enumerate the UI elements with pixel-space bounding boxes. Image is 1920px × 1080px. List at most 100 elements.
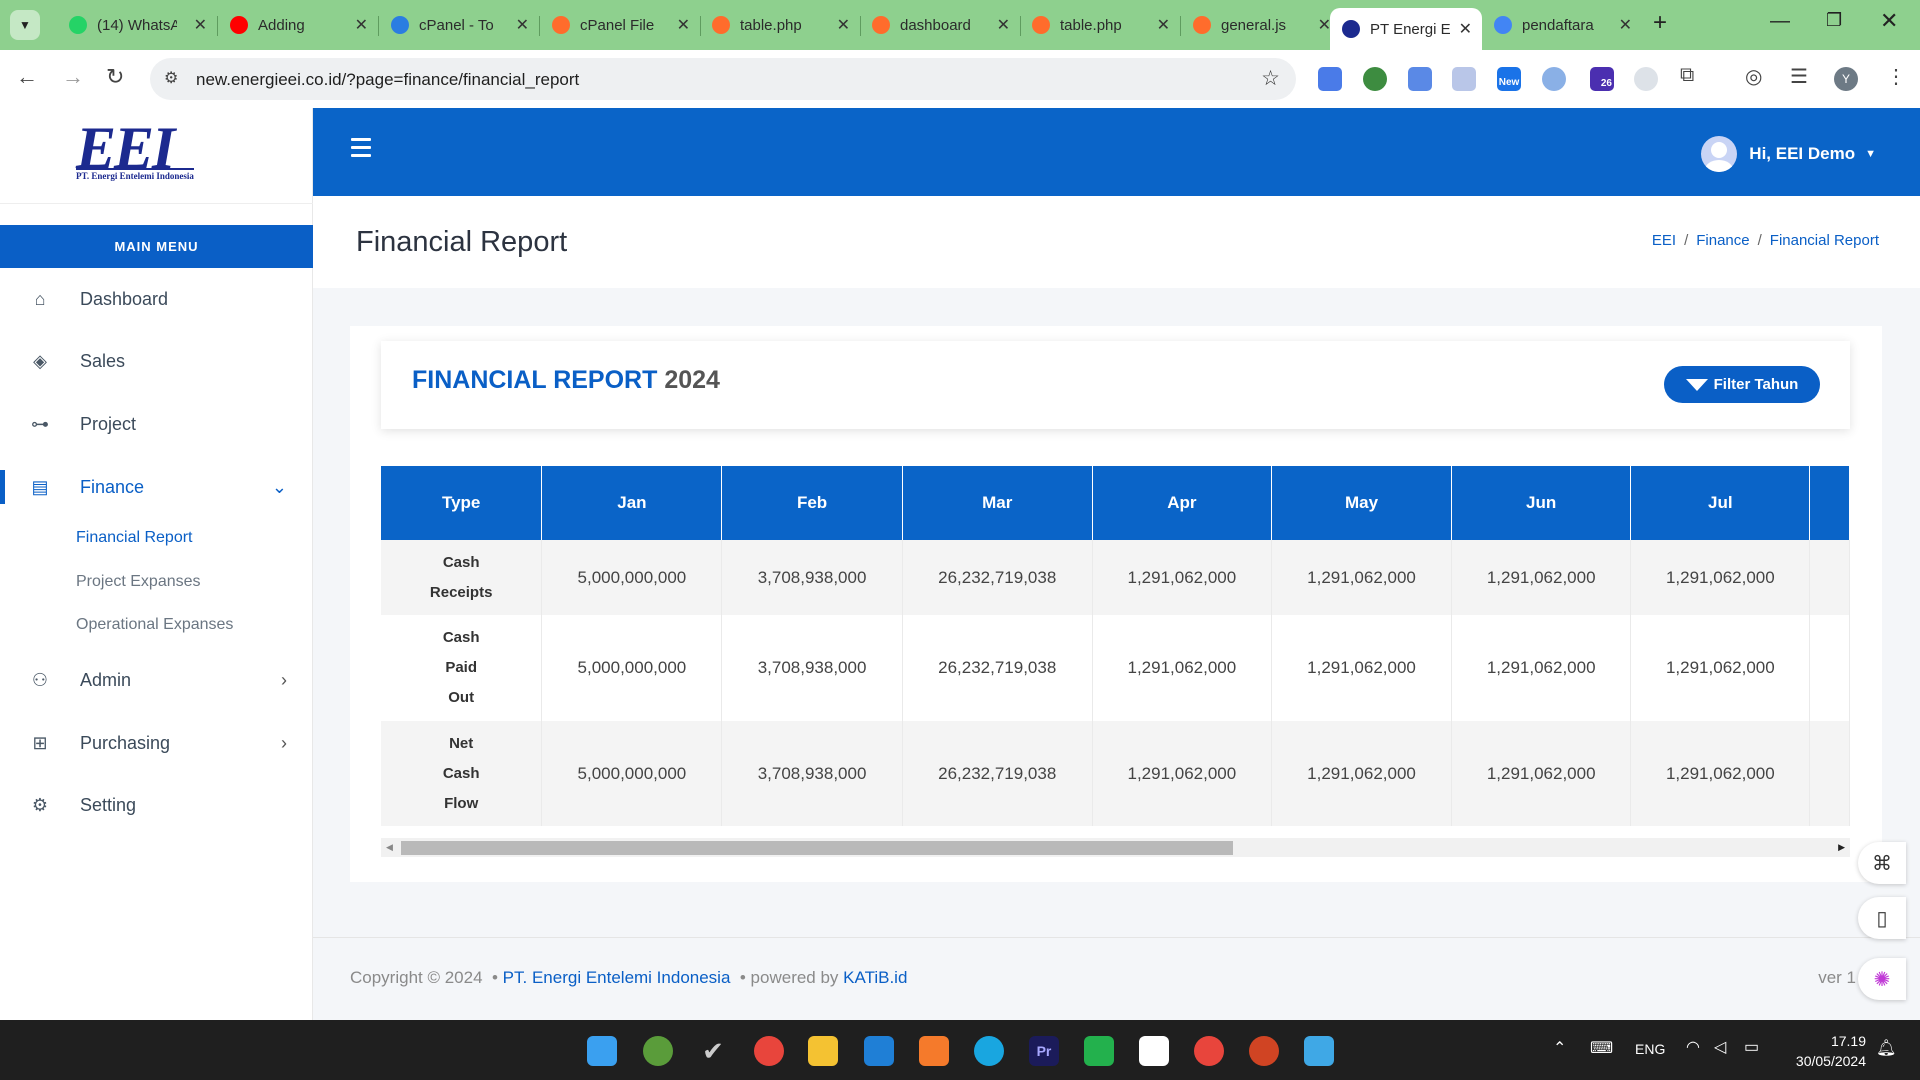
powerpoint-icon[interactable] [1249, 1036, 1279, 1066]
edge-dev-icon[interactable] [974, 1036, 1004, 1066]
new-extension-icon[interactable]: New [1497, 67, 1521, 91]
wifi-icon[interactable]: ◠ [1686, 1037, 1700, 1057]
sidebar-item-project[interactable]: ⊶ Project [0, 399, 313, 449]
keyboard-icon[interactable]: ⌨ [1590, 1038, 1613, 1058]
notification-bell-icon[interactable]: 🔔︎ [1876, 1038, 1896, 1058]
reading-mode-side-button[interactable]: ▯ [1858, 897, 1906, 939]
pen-extension-icon[interactable] [1452, 67, 1476, 91]
breadcrumb-finance[interactable]: Finance [1696, 232, 1749, 249]
badge-extension-icon[interactable]: 26 [1590, 67, 1614, 91]
green-app-icon[interactable] [1084, 1036, 1114, 1066]
table-header-cell[interactable]: Jun [1451, 466, 1632, 540]
footer-company-link[interactable]: PT. Energi Entelemi Indonesia [503, 968, 731, 987]
report-table-container[interactable]: Type Jan Feb Mar Apr May Jun Jul Cash Receipts 5,0… [381, 466, 1850, 826]
reload-icon[interactable]: ↻ [106, 64, 124, 90]
scroll-right-arrow-icon[interactable]: ▶ [1838, 842, 1845, 853]
volume-icon[interactable]: ◁ [1714, 1037, 1726, 1057]
profile-avatar[interactable]: Y [1834, 67, 1858, 91]
windows-start-icon[interactable] [587, 1036, 617, 1066]
company-logo[interactable]: EEI PT. Energi Entelemi Indonesia [0, 108, 313, 204]
browser-tab[interactable]: PT Energi E ✕ [1330, 8, 1482, 50]
tab-close-icon[interactable]: ✕ [516, 15, 529, 35]
sync-extension-icon[interactable] [1542, 67, 1566, 91]
close-window-button[interactable]: ✕ [1880, 8, 1898, 34]
table-header-cell[interactable]: Jul [1630, 466, 1811, 540]
sidebar-subitem-project-expanses[interactable]: Project Expanses [76, 573, 201, 591]
checkmark-app-icon[interactable]: ✔ [698, 1036, 728, 1066]
browser-tab[interactable]: dashboard ✕ [860, 8, 1020, 42]
react-extension-icon[interactable] [1634, 67, 1658, 91]
footer-powered-link[interactable]: KATiB.id [843, 968, 907, 987]
media-control-icon[interactable]: ☰ [1790, 64, 1808, 89]
owl-app-icon[interactable] [643, 1036, 673, 1066]
battery-icon[interactable]: ▭ [1744, 1037, 1759, 1057]
tab-close-icon[interactable]: ✕ [1318, 15, 1331, 35]
tab-search-button[interactable]: ▼ [10, 10, 40, 40]
sidebar-item-finance[interactable]: ▤ Finance ⌄ [0, 462, 313, 512]
browser-menu-icon[interactable]: ⋮ [1886, 64, 1906, 89]
back-icon[interactable]: ← [16, 64, 38, 90]
bookmark-star-icon[interactable]: ☆ [1261, 66, 1280, 91]
chrome-profile-icon[interactable] [1194, 1036, 1224, 1066]
premiere-icon[interactable]: Pr [1029, 1036, 1059, 1066]
tab-close-icon[interactable]: ✕ [997, 15, 1010, 35]
docs-extension-icon[interactable] [1408, 67, 1432, 91]
tab-close-icon[interactable]: ✕ [1459, 19, 1472, 39]
table-header-cell[interactable]: Mar [902, 466, 1093, 540]
site-info-icon[interactable]: ⚙ [164, 68, 178, 88]
filter-year-button[interactable]: Filter Tahun [1664, 366, 1820, 403]
xampp-icon[interactable] [919, 1036, 949, 1066]
translate-side-button[interactable]: ⌘ [1858, 842, 1906, 884]
new-tab-button[interactable]: + [1653, 9, 1667, 37]
table-header-cell[interactable]: May [1271, 466, 1453, 540]
hamburger-menu-icon[interactable] [351, 138, 371, 162]
table-header-cell[interactable]: Feb [721, 466, 903, 540]
sidebar-subitem-operational-expanses[interactable]: Operational Expanses [76, 616, 233, 634]
file-explorer-icon[interactable] [808, 1036, 838, 1066]
forward-icon[interactable]: → [62, 64, 84, 90]
tab-close-icon[interactable]: ✕ [1619, 15, 1632, 35]
performance-icon[interactable]: ◎ [1745, 64, 1762, 89]
sidebar-item-admin[interactable]: ⚇ Admin › [0, 655, 313, 705]
sidebar-item-setting[interactable]: ⚙ Setting [0, 780, 313, 830]
restore-button[interactable]: ❐ [1826, 10, 1842, 31]
extensions-puzzle-icon[interactable]: ⧉ [1680, 64, 1694, 87]
sidebar-item-sales[interactable]: ◈ Sales [0, 336, 313, 386]
capcut-icon[interactable] [1139, 1036, 1169, 1066]
browser-tab[interactable]: table.php ✕ [1020, 8, 1180, 42]
horizontal-scrollbar[interactable]: ◀ ▶ [381, 838, 1850, 857]
browser-tab[interactable]: cPanel - To ✕ [379, 8, 539, 42]
table-header-cell[interactable]: Jan [541, 466, 723, 540]
system-clock[interactable]: 17.19 30/05/2024 [1796, 1031, 1866, 1071]
sidebar-item-dashboard[interactable]: ⌂ Dashboard [0, 274, 313, 324]
browser-tab[interactable]: (14) WhatsApp ✕ [57, 8, 217, 42]
browser-tab[interactable]: cPanel File ✕ [540, 8, 700, 42]
ai-assistant-side-button[interactable]: ✺ [1858, 958, 1906, 1000]
breadcrumb-home[interactable]: EEI [1652, 232, 1676, 249]
tab-close-icon[interactable]: ✕ [677, 15, 690, 35]
browser-tab[interactable]: general.js ✕ [1181, 8, 1341, 42]
translate-extension-icon[interactable] [1318, 67, 1342, 91]
sidebar-subitem-financial-report[interactable]: Financial Report [76, 529, 193, 547]
table-header-cell[interactable]: Type [381, 466, 543, 540]
tab-close-icon[interactable]: ✕ [194, 15, 207, 35]
language-indicator[interactable]: ENG [1635, 1041, 1665, 1057]
tray-chevron-icon[interactable]: ⌃ [1553, 1038, 1566, 1058]
user-menu[interactable]: Hi, EEI Demo ▼ [1701, 136, 1876, 172]
scrollbar-thumb[interactable] [401, 841, 1233, 855]
globe-extension-icon[interactable] [1363, 67, 1387, 91]
address-bar[interactable]: ⚙ new.energieei.co.id/?page=finance/fina… [150, 58, 1296, 100]
tab-close-icon[interactable]: ✕ [837, 15, 850, 35]
table-header-cell[interactable]: Apr [1092, 466, 1272, 540]
chrome-icon[interactable] [754, 1036, 784, 1066]
sidebar-item-purchasing[interactable]: ⊞ Purchasing › [0, 718, 313, 768]
scroll-left-arrow-icon[interactable]: ◀ [386, 842, 393, 853]
browser-tab[interactable]: table.php ✕ [700, 8, 860, 42]
browser-tab[interactable]: Adding ✕ [218, 8, 378, 42]
vscode-icon[interactable] [864, 1036, 894, 1066]
tab-close-icon[interactable]: ✕ [1157, 15, 1170, 35]
browser-tab[interactable]: pendaftara ✕ [1482, 8, 1642, 42]
tab-close-icon[interactable]: ✕ [355, 15, 368, 35]
notepad-icon[interactable] [1304, 1036, 1334, 1066]
minimize-button[interactable]: — [1770, 10, 1790, 33]
